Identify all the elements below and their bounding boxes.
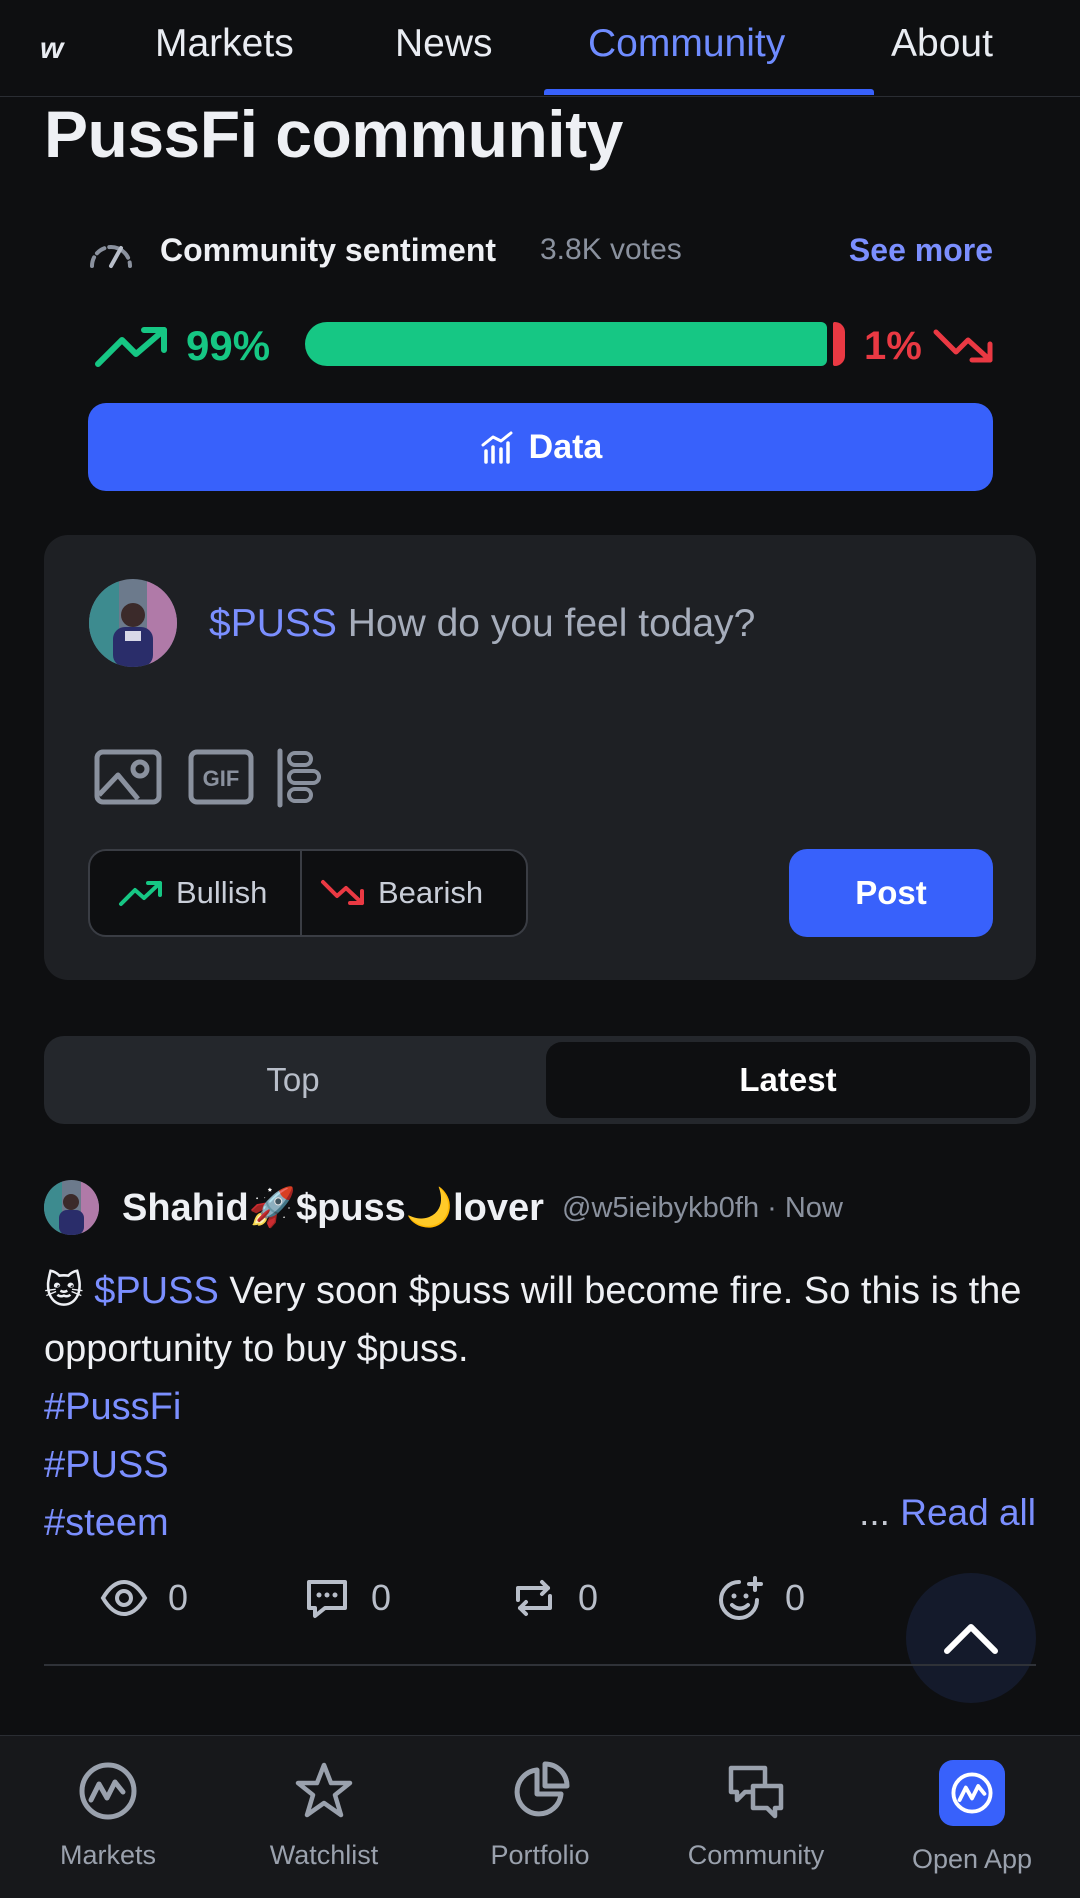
chevron-up-icon [944, 1624, 998, 1654]
bottom-nav-markets[interactable]: Markets [8, 1760, 208, 1871]
trend-down-icon [321, 880, 364, 905]
post-composer: $PUSS How do you feel today? GIF Bullish [44, 535, 1036, 980]
poll-icon[interactable] [276, 747, 322, 809]
reactions-stat[interactable]: 0 [717, 1574, 805, 1622]
composer-input[interactable]: $PUSS How do you feel today? [209, 602, 755, 646]
post-header: Shahid🚀$puss🌙lover @w5ieibykb0fh · Now [44, 1178, 1036, 1238]
sentiment-toggle: Bullish Bearish [88, 849, 528, 937]
bottom-nav-label: Markets [59, 1840, 157, 1870]
reposts-stat[interactable]: 0 [510, 1574, 598, 1622]
eye-icon [100, 1579, 148, 1617]
cmc-logo-icon [79, 1762, 137, 1820]
top-nav: w Markets News Community About [0, 0, 1080, 97]
tab-latest[interactable]: Latest [546, 1042, 1030, 1118]
bearish-fill [833, 322, 845, 366]
tab-community[interactable]: Community [588, 22, 785, 66]
read-all-link[interactable]: Read all [900, 1492, 1036, 1533]
bullish-fill [305, 322, 827, 366]
add-reaction-icon [719, 1576, 763, 1620]
sentiment-label: Community sentiment [160, 232, 497, 268]
gauge-icon [90, 245, 132, 268]
tab-markets[interactable]: Markets [155, 22, 294, 66]
sentiment-bar-row: 99% 1% [92, 318, 997, 374]
bearish-button[interactable]: Bearish [320, 851, 483, 935]
sentiment-bar [305, 322, 845, 366]
bar-chart-icon [481, 431, 513, 464]
tab-about[interactable]: About [891, 22, 993, 66]
views-count: 0 [168, 1577, 189, 1618]
reactions-count: 0 [785, 1577, 806, 1618]
read-all: ... Read all [859, 1492, 1036, 1534]
author-handle: @w5ieibykb0fh · Now [562, 1192, 843, 1224]
tab-overview-cut[interactable]: w [40, 32, 63, 66]
bottom-nav-open-app[interactable]: Open App [872, 1760, 1072, 1875]
comment-icon [307, 1580, 347, 1618]
hashtag[interactable]: #PussFi [44, 1378, 1036, 1436]
cmc-app-icon [939, 1760, 1005, 1826]
chat-bubbles-icon [728, 1765, 784, 1819]
toggle-divider [300, 851, 302, 935]
post-text: 🐱 $PUSS Very soon $puss will become fire… [44, 1262, 1036, 1378]
pie-chart-icon [514, 1761, 570, 1817]
bottom-nav-label: Watchlist [269, 1840, 379, 1870]
comments-stat[interactable]: 0 [303, 1574, 391, 1622]
page-title: PussFi community [44, 97, 623, 171]
views-stat: 0 [100, 1574, 188, 1622]
see-more-link[interactable]: See more [849, 232, 993, 269]
reposts-count: 0 [578, 1577, 599, 1618]
composer-ticker: $PUSS [209, 602, 337, 645]
active-tab-indicator [544, 89, 874, 95]
post-button[interactable]: Post [789, 849, 993, 937]
comments-count: 0 [371, 1577, 392, 1618]
author-avatar[interactable] [44, 1180, 99, 1235]
bottom-nav: Markets Watchlist Portfolio Community Op… [0, 1735, 1080, 1898]
tab-top[interactable]: Top [50, 1042, 536, 1118]
ellipsis: ... [859, 1492, 901, 1533]
scroll-to-top-button[interactable] [906, 1573, 1036, 1703]
star-icon [295, 1762, 353, 1818]
bearish-label: Bearish [378, 875, 484, 910]
tab-news[interactable]: News [395, 22, 493, 66]
image-icon[interactable] [94, 747, 162, 807]
bullish-percent: 99% [186, 322, 271, 369]
sort-tabs: Top Latest [44, 1036, 1036, 1124]
trend-up-icon [119, 881, 162, 906]
data-button[interactable]: Data [88, 403, 993, 491]
post-stats: 0 0 0 0 [100, 1574, 860, 1626]
cat-emoji: 🐱 [44, 1270, 84, 1312]
hashtag[interactable]: #PUSS [44, 1436, 1036, 1494]
svg-text:GIF: GIF [203, 766, 240, 791]
gif-icon[interactable]: GIF [188, 747, 254, 807]
composer-placeholder: How do you feel today? [347, 602, 756, 645]
sentiment-header: Community sentiment 3.8K votes See more [88, 228, 993, 272]
bullish-button[interactable]: Bullish [118, 851, 267, 935]
avatar [89, 579, 177, 667]
bottom-nav-portfolio[interactable]: Portfolio [440, 1760, 640, 1871]
bottom-nav-watchlist[interactable]: Watchlist [224, 1760, 424, 1871]
votes-count: 3.8K votes [540, 233, 682, 266]
bottom-nav-label: Portfolio [490, 1840, 590, 1870]
data-button-label: Data [528, 427, 603, 466]
author-name[interactable]: Shahid🚀$puss🌙lover [122, 1186, 544, 1230]
repost-icon [516, 1580, 552, 1616]
trend-up-icon [95, 327, 167, 367]
bottom-nav-label: Community [687, 1840, 825, 1870]
post-ticker[interactable]: $PUSS [94, 1270, 219, 1312]
bearish-percent: 1% [864, 324, 922, 368]
trend-down-icon [933, 329, 993, 363]
bottom-nav-label: Open App [911, 1844, 1033, 1874]
post-divider [44, 1664, 1036, 1666]
bullish-label: Bullish [176, 875, 268, 910]
bottom-nav-community[interactable]: Community [656, 1760, 856, 1871]
